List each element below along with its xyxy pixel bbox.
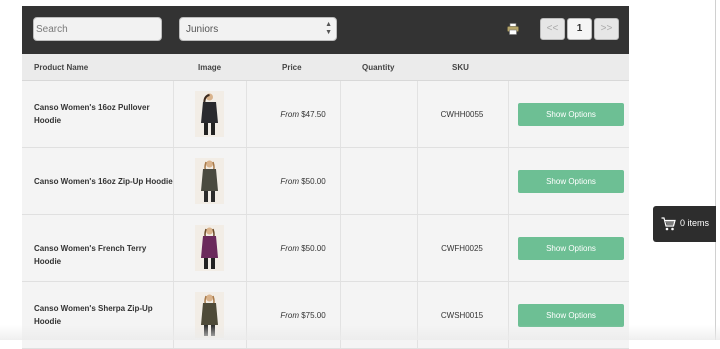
product-table: Product Name Image Price Quantity SKU Ca… (22, 54, 629, 349)
column-header-price: Price (282, 63, 302, 72)
column-header-sku: SKU (452, 63, 469, 72)
page-edge (715, 0, 716, 340)
cell-divider (246, 148, 247, 214)
table-row: Canso Women's 16oz Zip-Up Hoodie From $5… (22, 148, 629, 215)
category-select[interactable]: Juniors ▲ ▼ (179, 17, 337, 41)
cell-divider (417, 148, 418, 214)
product-price: From $75.00 (280, 311, 326, 320)
pager-next-button[interactable]: >> (594, 18, 619, 40)
cell-divider (417, 215, 418, 281)
pager-page-button[interactable]: 1 (567, 18, 592, 40)
column-header-quantity: Quantity (362, 63, 395, 72)
pager-prev-button[interactable]: << (540, 18, 565, 40)
cart-count-label: 0 items (680, 218, 710, 228)
bottom-fade (0, 325, 720, 340)
cell-divider (508, 81, 509, 147)
shopping-cart-icon (661, 217, 676, 231)
category-select-value: Juniors (186, 24, 219, 35)
show-options-button[interactable]: Show Options (518, 304, 624, 327)
table-row: Canso Women's French Terry Hoodie From $… (22, 215, 629, 282)
column-header-product-name: Product Name (34, 63, 89, 72)
product-price: From $50.00 (280, 244, 326, 253)
cart-widget[interactable]: 0 items (653, 206, 716, 242)
product-sku: CWSH0015 (440, 311, 484, 320)
table-header: Product Name Image Price Quantity SKU (22, 54, 629, 81)
product-price: From $47.50 (280, 110, 326, 119)
show-options-button[interactable]: Show Options (518, 170, 624, 193)
product-price: From $50.00 (280, 177, 326, 186)
product-sku: CWHH0055 (440, 110, 484, 119)
show-options-button[interactable]: Show Options (518, 103, 624, 126)
show-options-button[interactable]: Show Options (518, 237, 624, 260)
product-name[interactable]: Canso Women's French Terry Hoodie (34, 242, 174, 268)
cell-divider (417, 81, 418, 147)
cell-divider (508, 215, 509, 281)
toolbar: Juniors ▲▼ << 1 >> (22, 6, 629, 54)
product-name[interactable]: Canso Women's 16oz Zip-Up Hoodie (34, 175, 174, 188)
search-input[interactable] (33, 17, 162, 41)
cell-divider (246, 215, 247, 281)
product-sku: CWFH0025 (441, 244, 483, 253)
cell-divider (508, 148, 509, 214)
print-icon[interactable] (507, 23, 519, 35)
column-header-image: Image (198, 63, 222, 72)
select-arrows-icon: ▲ ▼ (325, 21, 332, 36)
cell-divider (246, 81, 247, 147)
product-image[interactable] (195, 91, 224, 137)
table-row: Canso Women's 16oz Pullover Hoodie From … (22, 81, 629, 148)
product-image[interactable] (195, 225, 224, 271)
product-name[interactable]: Canso Women's 16oz Pullover Hoodie (34, 101, 174, 127)
product-image[interactable] (195, 158, 224, 204)
